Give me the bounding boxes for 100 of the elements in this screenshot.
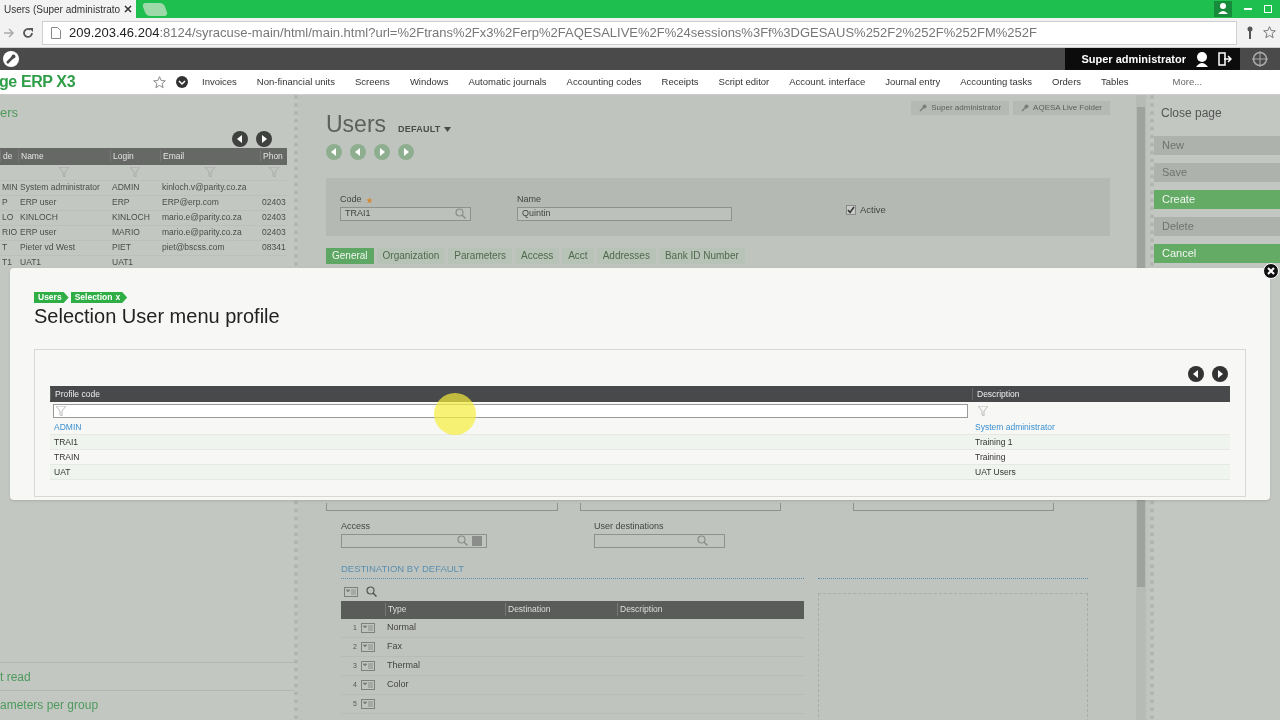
table-cell-text: ERP user: [19, 226, 58, 239]
table-cell-text: piet@bscss.com: [161, 241, 226, 254]
menu-item[interactable]: Account. interface: [789, 74, 866, 90]
table-cell-text: MARIO: [111, 226, 141, 239]
column-header[interactable]: de: [0, 149, 18, 163]
column-header[interactable]: Login: [110, 149, 160, 163]
logout-icon[interactable]: [1218, 52, 1232, 66]
filter-icon[interactable]: [130, 167, 140, 177]
input-field[interactable]: [853, 503, 1054, 511]
form-tab[interactable]: Addresses: [596, 248, 656, 264]
forward-arrow-icon[interactable]: [4, 27, 14, 38]
view-dropdown[interactable]: DEFAULT: [398, 122, 452, 136]
restore-icon[interactable]: [1264, 5, 1272, 13]
breadcrumb-item[interactable]: Users: [34, 292, 69, 303]
active-checkbox[interactable]: [846, 205, 856, 215]
input-field[interactable]: [580, 503, 781, 511]
breadcrumb-close[interactable]: x: [115, 292, 121, 302]
filter-icon[interactable]: [205, 167, 215, 177]
table-cell-text: 02403: [261, 196, 287, 209]
chevron-circle-icon[interactable]: [176, 76, 188, 88]
list-menu-icon[interactable]: [344, 586, 358, 597]
column-header[interactable]: Email: [160, 149, 260, 163]
search-icon[interactable]: [697, 535, 708, 546]
filter-icon[interactable]: [978, 406, 988, 416]
column-header[interactable]: Description: [617, 603, 804, 617]
code-field[interactable]: TRAI1: [340, 206, 471, 221]
search-icon[interactable]: [457, 535, 468, 546]
list-menu-icon[interactable]: [361, 698, 375, 709]
filter-icon[interactable]: [268, 167, 279, 177]
list-menu-icon[interactable]: [361, 641, 375, 652]
close-page-link[interactable]: Close page: [1154, 104, 1280, 128]
table-cell-text: PIET: [111, 241, 132, 254]
form-tab[interactable]: Access: [514, 248, 560, 264]
selection-row[interactable]: TRAI1 Training 1: [50, 435, 1230, 450]
list-menu-icon[interactable]: [361, 622, 375, 633]
page-icon: [51, 26, 61, 39]
menu-item[interactable]: More...: [1172, 74, 1203, 90]
column-header[interactable]: Description: [972, 387, 1232, 401]
address-bar[interactable]: 209.203.46.204:8124/syracuse-main/html/main.html?url=%2Ftrans%2Fx3%2Ferp%2FAQESALIVE%2F%24sessions%3Ff%3DGESAUS%252F2%252F%252FM%252F: [42, 20, 1237, 45]
context-badge[interactable]: Super administrator: [911, 101, 1010, 115]
destinations-field[interactable]: [594, 533, 725, 548]
menu-item[interactable]: Orders: [1052, 74, 1082, 90]
name-field[interactable]: Quintin: [517, 206, 732, 221]
target-icon[interactable]: [1252, 51, 1268, 67]
star-icon[interactable]: [153, 75, 166, 89]
selection-row[interactable]: UAT UAT Users: [50, 465, 1230, 480]
table-cell-text: 02403: [261, 211, 287, 224]
form-tab[interactable]: Organization: [376, 248, 446, 264]
next-icon[interactable]: [256, 130, 272, 147]
filter-icon[interactable]: [56, 406, 66, 416]
menu-item[interactable]: Accounting tasks: [960, 74, 1033, 90]
column-header[interactable]: Phon: [260, 149, 287, 163]
breadcrumb-item[interactable]: Selection x: [70, 292, 128, 303]
filter-field[interactable]: [53, 404, 968, 418]
list-menu-icon[interactable]: [361, 660, 375, 671]
form-tab[interactable]: Bank ID Number: [658, 248, 745, 264]
menu-item[interactable]: Accounting codes: [566, 74, 642, 90]
input-field[interactable]: [326, 503, 558, 511]
filter-icon[interactable]: [59, 167, 69, 177]
previous-icon[interactable]: [1188, 366, 1204, 382]
menu-item[interactable]: Journal entry: [885, 74, 941, 90]
menu-item[interactable]: Non-financial units: [256, 74, 335, 90]
form-tab[interactable]: Parameters: [448, 248, 512, 264]
field-label: Name: [517, 193, 542, 207]
dialog-title: Selection User menu profile: [34, 304, 281, 329]
form-tab[interactable]: Acct: [562, 248, 594, 264]
previous-icon[interactable]: [232, 130, 248, 147]
menu-item[interactable]: Automatic journals: [468, 74, 547, 90]
browser-tab[interactable]: Users (Super administrato: [0, 0, 137, 18]
column-header[interactable]: Name: [18, 149, 110, 163]
menu-item[interactable]: Tables: [1101, 74, 1129, 90]
column-header[interactable]: Destination: [505, 603, 617, 617]
search-icon[interactable]: [366, 586, 377, 598]
column-header[interactable]: Type: [385, 603, 505, 617]
menu-item[interactable]: Script editor: [718, 74, 770, 90]
user-icon[interactable]: [1194, 51, 1210, 67]
star-icon[interactable]: [1263, 26, 1276, 39]
table-cell-text: ERP user: [19, 196, 58, 209]
context-badge[interactable]: AQESA Live Folder: [1013, 101, 1110, 115]
next-icon[interactable]: [1212, 366, 1228, 382]
table-cell-text: System administrator: [19, 181, 101, 194]
table-cell-text: Normal: [386, 621, 417, 634]
table-cell-text: LO: [1, 211, 15, 224]
close-icon[interactable]: [124, 5, 133, 13]
menu-item[interactable]: Windows: [409, 74, 449, 90]
last-record-icon[interactable]: [398, 144, 414, 160]
list-menu-icon[interactable]: [361, 679, 375, 690]
search-icon[interactable]: [455, 208, 466, 220]
menu-item[interactable]: Screens: [355, 74, 390, 90]
form-tab[interactable]: General: [326, 248, 374, 264]
table-cell-text: ERP: [111, 196, 131, 209]
url-text: 209.203.46.204:8124/syracuse-main/html/main.html?url=%2Ftrans%2Fx3%2Ferp%2FAQESALIVE%2F%24sessions%3Ff%3DGESAUS%252F2%252F%252FM%252F: [69, 23, 1037, 42]
first-record-icon[interactable]: [326, 144, 342, 160]
wrench-icon[interactable]: [3, 51, 19, 67]
action-button[interactable]: Cancel: [1154, 244, 1280, 263]
menu-item[interactable]: Invoices: [202, 74, 237, 90]
menu-item[interactable]: Receipts: [661, 74, 699, 90]
access-field[interactable]: [341, 533, 487, 548]
new-tab-button[interactable]: [141, 3, 169, 16]
reload-icon[interactable]: [22, 26, 34, 39]
